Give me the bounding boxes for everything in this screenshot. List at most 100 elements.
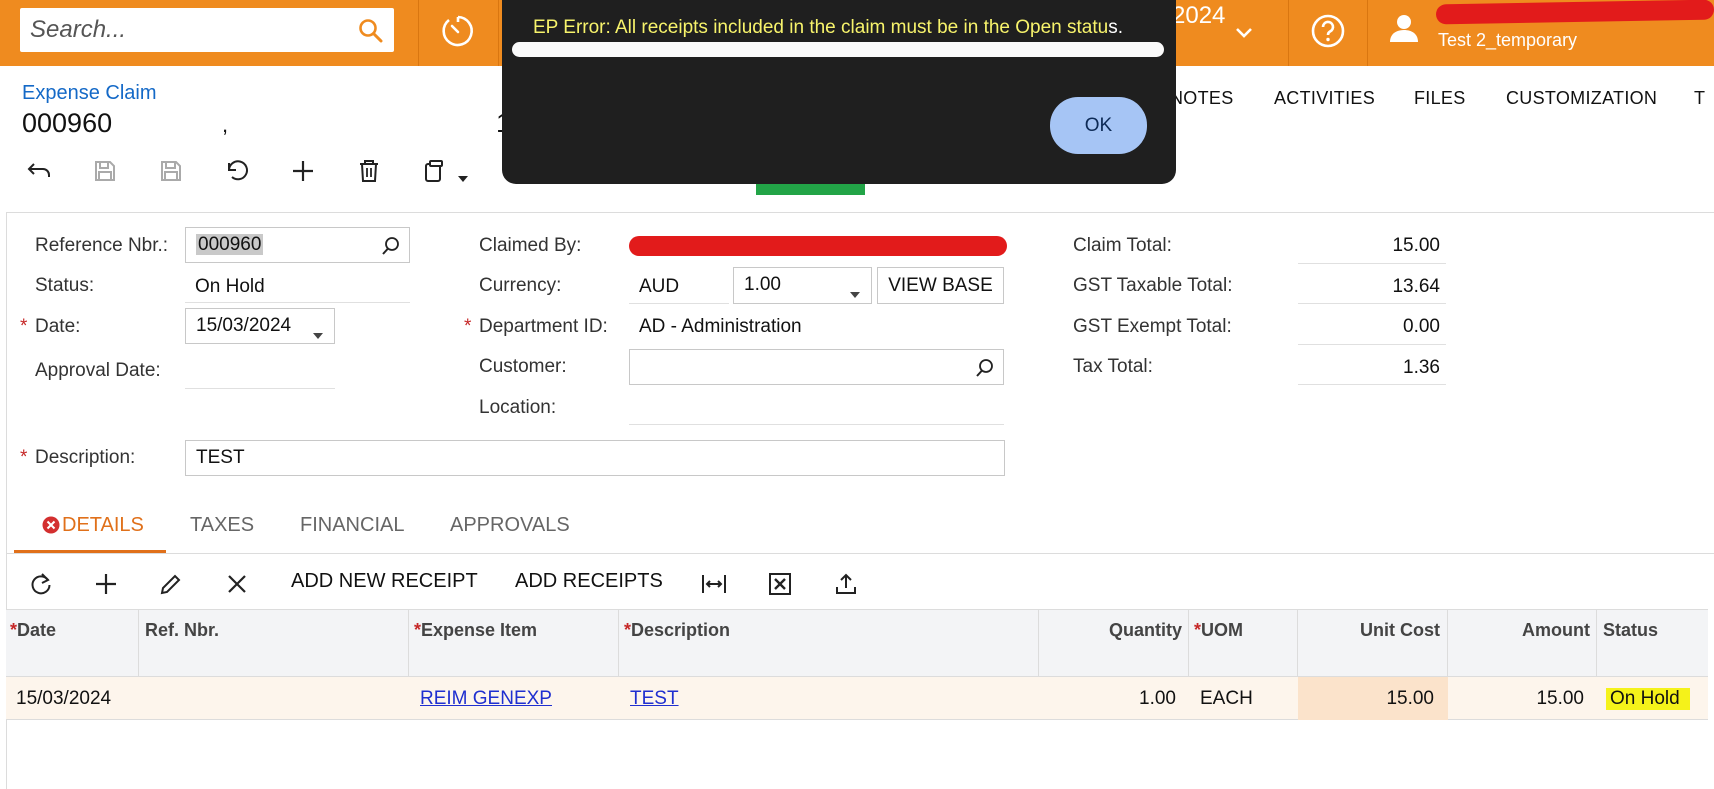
add-receipts-button[interactable]: ADD RECEIPTS: [515, 570, 663, 593]
chevron-down-icon[interactable]: [849, 283, 861, 305]
currency-rate-select[interactable]: 1.00: [733, 267, 872, 304]
column-header-description[interactable]: *Description: [624, 620, 730, 641]
tab-activities[interactable]: ACTIVITIES: [1274, 88, 1375, 109]
recent-history-icon[interactable]: [440, 12, 476, 56]
column-header-ref-nbr[interactable]: Ref. Nbr.: [145, 620, 219, 641]
tabs-divider: [6, 553, 1714, 554]
error-detail-bar: [512, 42, 1164, 57]
tab-files[interactable]: FILES: [1414, 88, 1466, 109]
upload-icon[interactable]: [833, 571, 859, 603]
tab-overflow[interactable]: T: [1694, 88, 1705, 109]
topbar-separator: [1288, 0, 1289, 66]
cell-amount[interactable]: 15.00: [1450, 688, 1584, 710]
department-id-label: Department ID:: [479, 316, 608, 337]
column-separator[interactable]: [1447, 610, 1448, 676]
gst-taxable-total-label: GST Taxable Total:: [1073, 275, 1233, 296]
column-separator[interactable]: [138, 610, 139, 676]
cell-date[interactable]: 15/03/2024: [16, 688, 111, 710]
tab-taxes[interactable]: TAXES: [190, 514, 254, 537]
search-icon[interactable]: [381, 236, 401, 262]
user-avatar-icon[interactable]: [1388, 12, 1420, 50]
customer-input[interactable]: [629, 349, 1004, 385]
column-separator[interactable]: [1038, 610, 1039, 676]
description-input[interactable]: TEST: [185, 440, 1005, 476]
column-separator[interactable]: [618, 610, 619, 676]
cell-description[interactable]: TEST: [630, 688, 679, 710]
column-separator[interactable]: [1297, 610, 1298, 676]
add-row-icon[interactable]: [93, 571, 119, 603]
save-and-close-icon[interactable]: [92, 158, 118, 190]
expense-item-link[interactable]: REIM GENEXP: [420, 688, 552, 709]
column-header-status[interactable]: Status: [1603, 620, 1658, 641]
undo-icon[interactable]: [224, 158, 250, 190]
status-underline: [185, 302, 410, 303]
column-separator[interactable]: [1596, 610, 1597, 676]
cell-expense-item[interactable]: REIM GENEXP: [420, 688, 552, 710]
column-header-amount[interactable]: Amount: [1450, 620, 1590, 641]
gst-taxable-underline: [1298, 303, 1446, 304]
search-icon[interactable]: [358, 18, 384, 50]
reference-nbr-input[interactable]: 000960: [185, 227, 410, 263]
tab-financial[interactable]: FINANCIAL: [300, 514, 404, 537]
tax-total-label: Tax Total:: [1073, 356, 1153, 377]
description-value: TEST: [196, 447, 245, 468]
delete-row-icon[interactable]: [224, 571, 250, 603]
currency-value[interactable]: AUD: [639, 276, 679, 298]
approval-date-field[interactable]: [185, 388, 335, 389]
required-marker: *: [20, 316, 28, 337]
chevron-down-icon[interactable]: [1234, 24, 1254, 46]
ok-button[interactable]: OK: [1050, 97, 1147, 154]
tab-approvals[interactable]: APPROVALS: [450, 514, 570, 537]
column-separator[interactable]: [408, 610, 409, 676]
gst-exempt-underline: [1298, 344, 1446, 345]
search-icon[interactable]: [975, 358, 995, 384]
tab-customization[interactable]: CUSTOMIZATION: [1506, 88, 1657, 109]
claimed-by-label: Claimed By:: [479, 235, 582, 256]
tab-notes[interactable]: NOTES: [1170, 88, 1234, 109]
tax-total-value: 1.36: [1403, 357, 1440, 378]
column-header-quantity[interactable]: Quantity: [1040, 620, 1182, 641]
location-field[interactable]: [629, 424, 1004, 425]
required-marker: *: [464, 316, 472, 337]
period-year[interactable]: 2024: [1172, 2, 1225, 30]
currency-underline: [629, 303, 729, 304]
topbar-separator: [418, 0, 419, 66]
description-label: Description:: [35, 447, 136, 468]
delete-icon[interactable]: [356, 158, 382, 190]
edit-icon[interactable]: [158, 571, 184, 603]
breadcrumb[interactable]: Expense Claim: [22, 82, 157, 105]
claim-total-label: Claim Total:: [1073, 235, 1172, 256]
help-icon[interactable]: [1310, 13, 1346, 55]
date-label: Date:: [35, 316, 81, 337]
department-id-value[interactable]: AD - Administration: [639, 316, 802, 338]
cell-quantity[interactable]: 1.00: [1040, 688, 1176, 710]
user-company[interactable]: Test 2_temporary: [1438, 30, 1577, 51]
clipboard-dropdown-icon[interactable]: [456, 168, 470, 190]
search-input[interactable]: [30, 8, 350, 52]
date-input[interactable]: 15/03/2024: [185, 308, 335, 344]
column-header-uom[interactable]: *UOM: [1194, 620, 1243, 641]
error-dialog: EP Error: All receipts included in the c…: [502, 0, 1176, 184]
column-header-unit-cost[interactable]: Unit Cost: [1300, 620, 1440, 641]
description-link[interactable]: TEST: [630, 688, 679, 709]
add-new-receipt-button[interactable]: ADD NEW RECEIPT: [291, 570, 478, 593]
fit-columns-icon[interactable]: [700, 571, 728, 603]
back-icon[interactable]: [26, 158, 52, 190]
clipboard-icon[interactable]: [422, 158, 448, 190]
save-icon[interactable]: [158, 158, 184, 190]
cell-uom[interactable]: EACH: [1200, 688, 1253, 710]
status-value: On Hold: [195, 276, 265, 297]
column-header-expense-item[interactable]: *Expense Item: [414, 620, 537, 641]
search-box[interactable]: [20, 8, 394, 52]
view-base-button[interactable]: VIEW BASE: [877, 267, 1004, 304]
tab-details[interactable]: DETAILS: [62, 514, 144, 537]
add-icon[interactable]: [290, 158, 316, 190]
export-excel-icon[interactable]: [767, 571, 793, 603]
column-header-date[interactable]: *Date: [10, 620, 56, 641]
refresh-icon[interactable]: [28, 571, 54, 603]
claimed-by-redacted: [629, 236, 1007, 256]
column-separator[interactable]: [1188, 610, 1189, 676]
approval-date-label: Approval Date:: [35, 360, 161, 381]
chevron-down-icon[interactable]: [312, 324, 324, 346]
cell-unit-cost[interactable]: 15.00: [1300, 688, 1434, 710]
